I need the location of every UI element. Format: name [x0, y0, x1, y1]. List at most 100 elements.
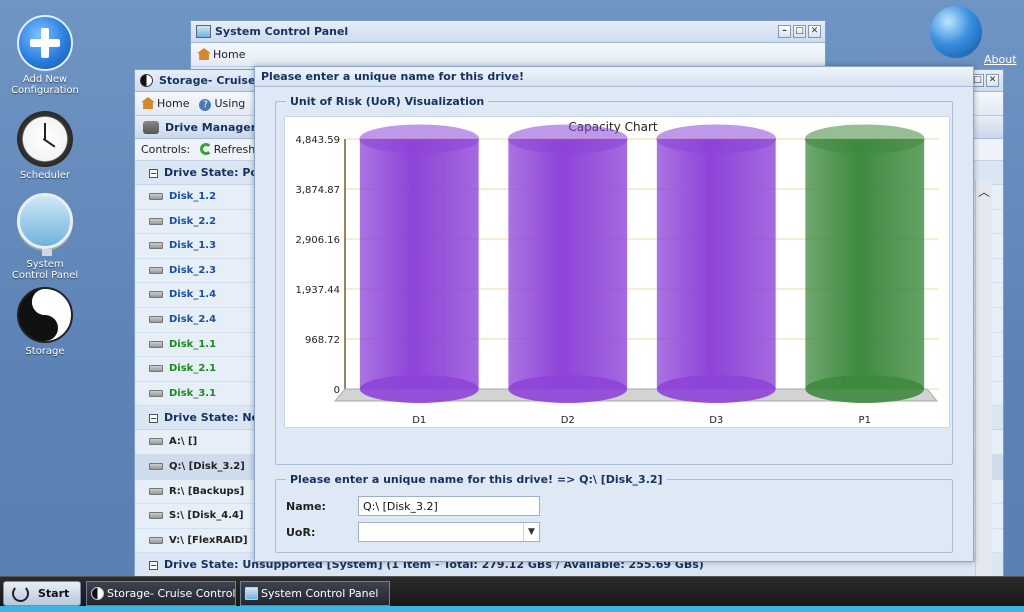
desktop-icon-storage[interactable]: Storage: [0, 287, 90, 357]
system-toolbar: Home: [191, 43, 825, 67]
bar-base: [656, 375, 776, 403]
refresh-label: Refresh: [213, 143, 256, 156]
home-button[interactable]: Home: [141, 97, 189, 110]
disk-name: V:\ [FlexRAID]: [169, 534, 248, 546]
desktop-icon-label: Add New: [22, 74, 68, 85]
start-button[interactable]: Start: [3, 581, 81, 606]
disk-name: Disk_2.3: [169, 264, 217, 276]
disk-name: Q:\ [Disk_3.2]: [169, 460, 245, 472]
scrollbar[interactable]: ︿: [975, 180, 992, 600]
hard-drive-icon: [149, 315, 163, 323]
home-icon: [197, 48, 211, 60]
monitor-icon: [196, 25, 211, 38]
y-tick-label: 2,906.16: [295, 235, 340, 246]
home-label: Home: [157, 97, 190, 110]
hard-drive-icon: [149, 487, 163, 495]
hard-drive-icon: [149, 193, 163, 200]
bar: [359, 139, 479, 389]
about-link[interactable]: About: [984, 53, 1017, 66]
x-tick-label: D3: [709, 415, 723, 426]
disk-name: A:\ []: [169, 436, 198, 448]
uor-label: UoR:: [286, 526, 316, 539]
y-tick-label: 4,843.59: [295, 135, 340, 146]
add-icon: [17, 15, 73, 71]
y-tick-label: 1,937.44: [295, 285, 340, 296]
taskbar-item-storage[interactable]: Storage- Cruise Control...: [86, 581, 236, 606]
scroll-up-icon[interactable]: ︿: [978, 184, 990, 200]
hard-drive-icon: [149, 242, 163, 250]
maximize-button[interactable]: □: [793, 25, 806, 38]
capacity-chart: 0968.721,937.442,906.163,874.874,843.59C…: [295, 120, 939, 426]
bar: [805, 139, 925, 389]
rename-drive-dialog: Please enter a unique name for this driv…: [254, 66, 974, 562]
rename-form-legend: Please enter a unique name for this driv…: [290, 473, 663, 486]
desktop-icon-label: System: [26, 259, 64, 270]
yin-yang-icon: [140, 74, 153, 87]
window-title: System Control Panel: [215, 25, 349, 38]
bar-base: [805, 375, 925, 403]
using-label: Using: [214, 96, 246, 110]
name-input[interactable]: [358, 496, 540, 516]
using-button[interactable]: ? Using: [199, 97, 245, 111]
hard-drive-icon: [149, 340, 163, 348]
y-tick-label: 968.72: [305, 335, 340, 346]
refresh-icon: [199, 143, 212, 155]
desktop-icon-add-configuration[interactable]: Add New Configuration: [0, 15, 90, 96]
dialog-title: Please enter a unique name for this driv…: [255, 67, 973, 87]
home-button[interactable]: Home: [197, 48, 245, 61]
disk-name: Disk_3.1: [169, 387, 217, 399]
home-icon: [141, 97, 155, 109]
globe-icon[interactable]: [930, 6, 982, 58]
group-label: Drive State: Not: [164, 411, 265, 425]
monitor-icon: [245, 587, 258, 600]
taskbar-accent-strip: [0, 606, 1024, 612]
hard-drive-icon: [149, 217, 163, 225]
chart-area: 0 968.72 1,937.44 2,906.16 3,874.87 4,843.59 C…: [284, 116, 950, 428]
collapse-icon[interactable]: −: [149, 561, 158, 571]
disk-name: Disk_2.2: [169, 215, 217, 227]
database-icon: [143, 121, 159, 134]
rename-form-panel: Please enter a unique name for this driv…: [275, 473, 953, 553]
desktop-icon-scheduler[interactable]: Scheduler: [0, 111, 90, 181]
uor-selected-value: [359, 525, 363, 538]
uor-visualization-legend: Unit of Risk (UoR) Visualization: [290, 95, 485, 108]
uor-visualization-panel: Unit of Risk (UoR) Visualization 0 968.72…: [275, 95, 953, 465]
help-icon: ?: [199, 98, 212, 111]
power-icon: [12, 585, 29, 602]
disk-name: Disk_1.4: [169, 289, 217, 301]
collapse-icon[interactable]: −: [149, 169, 158, 178]
home-label: Home: [213, 48, 246, 61]
desktop-icon-label: Scheduler: [19, 170, 71, 181]
close-button[interactable]: ✕: [808, 25, 821, 38]
disk-name: R:\ [Backups]: [169, 485, 245, 497]
start-label: Start: [38, 587, 70, 600]
bar-top: [359, 124, 480, 154]
disk-name: Disk_1.1: [169, 338, 217, 350]
disk-name: Disk_1.3: [169, 240, 217, 252]
bar-top: [804, 124, 925, 154]
yin-yang-icon: [17, 287, 73, 343]
desktop-icon-system-control-panel[interactable]: System Control Panel: [0, 193, 90, 281]
refresh-button[interactable]: Refresh: [194, 143, 256, 156]
bar-base: [359, 375, 479, 403]
taskbar-item-label: Storage- Cruise Control...: [107, 587, 236, 600]
close-button[interactable]: ✕: [986, 74, 999, 87]
taskbar-item-system-control-panel[interactable]: System Control Panel: [240, 581, 390, 606]
bar: [656, 139, 776, 389]
bar: [508, 139, 628, 389]
collapse-icon[interactable]: −: [149, 414, 158, 424]
minimize-button[interactable]: –: [778, 25, 791, 38]
desktop-icon-label: Control Panel: [11, 270, 79, 281]
monitor-icon: [17, 193, 73, 256]
chevron-down-icon[interactable]: ▼: [523, 523, 539, 541]
uor-select[interactable]: ▼: [358, 522, 540, 542]
hard-drive-icon: [149, 389, 163, 397]
disk-name: Disk_2.1: [169, 363, 217, 375]
taskbar-item-label: System Control Panel: [261, 587, 379, 600]
name-label: Name:: [286, 500, 326, 513]
hard-drive-icon: [149, 462, 163, 470]
bar-top: [507, 124, 628, 154]
disk-name: Disk_1.2: [169, 191, 217, 202]
x-tick-label: P1: [859, 415, 871, 426]
window-title-bar[interactable]: System Control Panel – □ ✕: [191, 21, 825, 43]
